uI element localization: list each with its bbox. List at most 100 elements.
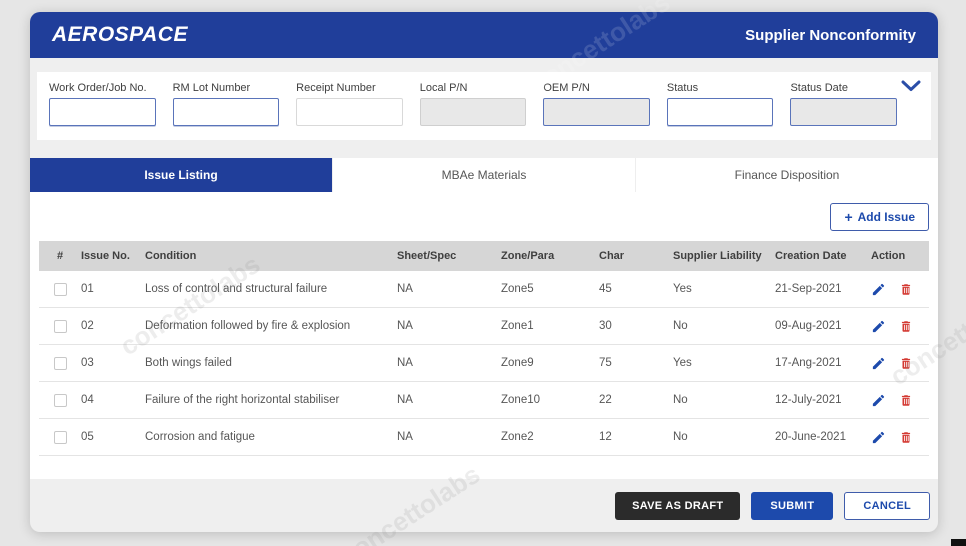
delete-trash-icon[interactable]	[899, 319, 913, 334]
app-header: AEROSPACE Supplier Nonconformity	[30, 12, 938, 58]
edit-pencil-icon[interactable]	[871, 393, 886, 408]
oem-pn-label: OEM P/N	[543, 82, 650, 94]
sheet-spec: NA	[397, 431, 501, 443]
col-supplier-liability: Supplier Liability	[673, 250, 775, 262]
field-work-order: Work Order/Job No.	[49, 82, 156, 126]
rm-lot-label: RM Lot Number	[173, 82, 280, 94]
edit-pencil-icon[interactable]	[871, 319, 886, 334]
add-issue-button[interactable]: + Add Issue	[830, 203, 929, 231]
filter-fields: Work Order/Job No. RM Lot Number Receipt…	[49, 82, 919, 126]
issue-listing-content: + Add Issue # Issue No. Condition Sheet/…	[30, 192, 938, 479]
char: 30	[599, 320, 673, 332]
toolbar: + Add Issue	[39, 203, 929, 231]
work-order-input[interactable]	[49, 98, 156, 126]
tab-finance-disposition[interactable]: Finance Disposition	[636, 158, 938, 192]
action-footer: SAVE AS DRAFT SUBMIT CANCEL	[30, 479, 938, 533]
edit-pencil-icon[interactable]	[871, 356, 886, 371]
field-rm-lot: RM Lot Number	[173, 82, 280, 126]
field-status-date: Status Date	[790, 82, 897, 126]
condition: Loss of control and structural failure	[145, 283, 397, 295]
issue-no: 01	[81, 283, 145, 295]
supplier-nonconformity-window: AEROSPACE Supplier Nonconformity Work Or…	[30, 12, 938, 532]
field-oem-pn: OEM P/N	[543, 82, 650, 126]
status-input[interactable]	[667, 98, 774, 126]
col-action: Action	[871, 250, 929, 262]
zone-para: Zone10	[501, 394, 599, 406]
zone-para: Zone5	[501, 283, 599, 295]
delete-trash-icon[interactable]	[899, 282, 913, 297]
receipt-number-input[interactable]	[296, 98, 403, 126]
table-row: 04 Failure of the right horizontal stabi…	[39, 382, 929, 419]
issue-no: 02	[81, 320, 145, 332]
col-zone-para: Zone/Para	[501, 250, 599, 262]
screenshot-corner-artifact	[951, 539, 966, 546]
cancel-button[interactable]: CANCEL	[844, 492, 930, 520]
page: AEROSPACE Supplier Nonconformity Work Or…	[0, 0, 966, 546]
tab-bar: Issue Listing MBAe Materials Finance Dis…	[30, 158, 938, 192]
col-char: Char	[599, 250, 673, 262]
oem-pn-input	[543, 98, 650, 126]
char: 75	[599, 357, 673, 369]
supplier-liability: No	[673, 394, 775, 406]
edit-pencil-icon[interactable]	[871, 430, 886, 445]
sheet-spec: NA	[397, 357, 501, 369]
condition: Failure of the right horizontal stabilis…	[145, 394, 397, 406]
sheet-spec: NA	[397, 283, 501, 295]
filter-panel: Work Order/Job No. RM Lot Number Receipt…	[37, 72, 931, 140]
condition: Deformation followed by fire & explosion	[145, 320, 397, 332]
creation-date: 21-Sep-2021	[775, 283, 871, 295]
row-checkbox[interactable]	[54, 431, 67, 444]
creation-date: 20-June-2021	[775, 431, 871, 443]
supplier-liability: Yes	[673, 283, 775, 295]
issue-no: 05	[81, 431, 145, 443]
status-date-label: Status Date	[790, 82, 897, 94]
status-date-input	[790, 98, 897, 126]
delete-trash-icon[interactable]	[899, 430, 913, 445]
field-status: Status	[667, 82, 774, 126]
row-checkbox[interactable]	[54, 357, 67, 370]
char: 45	[599, 283, 673, 295]
save-as-draft-button[interactable]: SAVE AS DRAFT	[615, 492, 740, 520]
char: 12	[599, 431, 673, 443]
issue-no: 03	[81, 357, 145, 369]
condition: Corrosion and fatigue	[145, 431, 397, 443]
zone-para: Zone1	[501, 320, 599, 332]
supplier-liability: No	[673, 431, 775, 443]
sheet-spec: NA	[397, 320, 501, 332]
zone-para: Zone2	[501, 431, 599, 443]
field-receipt-number: Receipt Number	[296, 82, 403, 126]
row-checkbox[interactable]	[54, 394, 67, 407]
work-order-label: Work Order/Job No.	[49, 82, 156, 94]
status-label: Status	[667, 82, 774, 94]
local-pn-label: Local P/N	[420, 82, 527, 94]
plus-icon: +	[844, 209, 852, 225]
rm-lot-input[interactable]	[173, 98, 280, 126]
zone-para: Zone9	[501, 357, 599, 369]
table-header: # Issue No. Condition Sheet/Spec Zone/Pa…	[39, 241, 929, 271]
submit-button[interactable]: SUBMIT	[751, 492, 833, 520]
row-checkbox[interactable]	[54, 320, 67, 333]
col-hash: #	[39, 250, 81, 262]
page-title: Supplier Nonconformity	[745, 27, 916, 44]
table-row: 03 Both wings failed NA Zone9 75 Yes 17-…	[39, 345, 929, 382]
tab-issue-listing[interactable]: Issue Listing	[30, 158, 333, 192]
col-creation-date: Creation Date	[775, 250, 871, 262]
aerospace-logo: AEROSPACE	[52, 23, 188, 47]
receipt-number-label: Receipt Number	[296, 82, 403, 94]
edit-pencil-icon[interactable]	[871, 282, 886, 297]
collapse-filters-chevron-down-icon[interactable]	[901, 79, 921, 97]
field-local-pn: Local P/N	[420, 82, 527, 126]
col-condition: Condition	[145, 250, 397, 262]
creation-date: 12-July-2021	[775, 394, 871, 406]
col-sheet-spec: Sheet/Spec	[397, 250, 501, 262]
delete-trash-icon[interactable]	[899, 393, 913, 408]
local-pn-input	[420, 98, 527, 126]
char: 22	[599, 394, 673, 406]
col-issue-no: Issue No.	[81, 250, 145, 262]
creation-date: 17-Ang-2021	[775, 357, 871, 369]
delete-trash-icon[interactable]	[899, 356, 913, 371]
table-row: 05 Corrosion and fatigue NA Zone2 12 No …	[39, 419, 929, 456]
add-issue-label: Add Issue	[858, 210, 915, 224]
row-checkbox[interactable]	[54, 283, 67, 296]
tab-mbae-materials[interactable]: MBAe Materials	[333, 158, 636, 192]
